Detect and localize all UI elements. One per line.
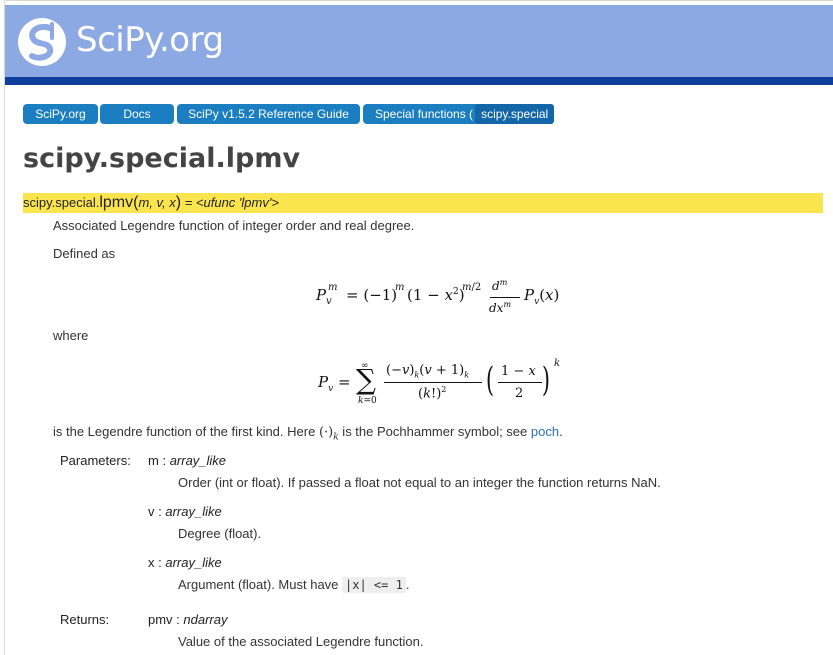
logo-text[interactable]: SciPy.org <box>76 20 224 60</box>
return-type: ndarray <box>183 612 228 627</box>
signature-name: lpmv <box>99 194 134 211</box>
page-frame <box>4 0 833 655</box>
return-name: pmv <box>148 612 173 627</box>
param-m-type: array_like <box>169 453 227 468</box>
param-m-sep: : <box>158 453 170 468</box>
param-x-desc-prefix: Argument (float). Must have <box>178 577 343 592</box>
breadcrumb-docs[interactable]: Docs <box>100 104 174 124</box>
breadcrumb-prefix: Special functions ( <box>375 107 474 121</box>
return-desc: Value of the associated Legendre functio… <box>178 634 424 649</box>
breadcrumb-reference-guide[interactable]: SciPy v1.5.2 Reference Guide <box>177 104 360 124</box>
legendre-text-3: . <box>559 424 563 439</box>
param-x-desc: Argument (float). Must have |x| <= 1. <box>178 577 410 593</box>
function-signature: scipy.special.lpmv(m, v, x) = <ufunc 'lp… <box>23 193 823 213</box>
param-v-desc: Degree (float). <box>178 526 262 541</box>
return-pmv: pmv : ndarray <box>148 612 227 627</box>
scipy-logo-icon[interactable] <box>16 16 68 68</box>
legendre-text-1: is the Legendre function of the first ki… <box>53 424 319 439</box>
param-m-desc: Order (int or float). If passed a float … <box>178 475 661 490</box>
summary-text: Associated Legendre function of integer … <box>53 218 415 233</box>
page-title: scipy.special.lpmv <box>23 143 301 174</box>
where-text: where <box>53 328 89 343</box>
param-x-type: array_like <box>165 555 222 570</box>
signature-module: scipy.special. <box>23 195 100 210</box>
param-v-type: array_like <box>165 504 222 519</box>
header-bar <box>5 77 833 85</box>
param-m: m : array_like <box>148 453 226 468</box>
param-x: x : array_like <box>148 555 222 570</box>
legendre-text-2: is the Pochhammer symbol; see <box>338 424 531 439</box>
breadcrumb-suffix: ) <box>556 107 561 121</box>
returns-label: Returns: <box>60 612 110 627</box>
param-x-desc-suffix: . <box>405 577 410 592</box>
poch-link[interactable]: poch <box>531 424 559 439</box>
legendre-description: is the Legendre function of the first ki… <box>53 424 563 443</box>
breadcrumb-inner: scipy.special <box>475 104 555 124</box>
signature-args: m, v, x <box>138 195 176 210</box>
defined-as-text: Defined as <box>53 246 116 261</box>
pochhammer-symbol: (·)k <box>318 425 339 443</box>
param-v-sep: : <box>154 504 166 519</box>
parameters-label: Parameters: <box>60 453 131 468</box>
equation-definition: P m v = (−1) m (1 − x2) m/2 dm dxm Pv(x) <box>316 278 560 315</box>
param-m-name: m <box>148 453 159 468</box>
breadcrumb-scipy-org[interactable]: SciPy.org <box>23 104 98 124</box>
param-x-desc-code: |x| <= 1 <box>342 577 406 593</box>
equation-series: Pv = ∞ ∑ k=0 (−v)k(v + 1)k (k!)2 ( 1 − x… <box>318 358 561 406</box>
signature-rest: = <ufunc 'lpmv'> <box>181 195 279 210</box>
param-v: v : array_like <box>148 504 222 519</box>
param-x-sep: : <box>154 555 166 570</box>
return-sep: : <box>172 612 184 627</box>
breadcrumb-special-functions[interactable]: Special functions (scipy.special) <box>363 104 560 124</box>
